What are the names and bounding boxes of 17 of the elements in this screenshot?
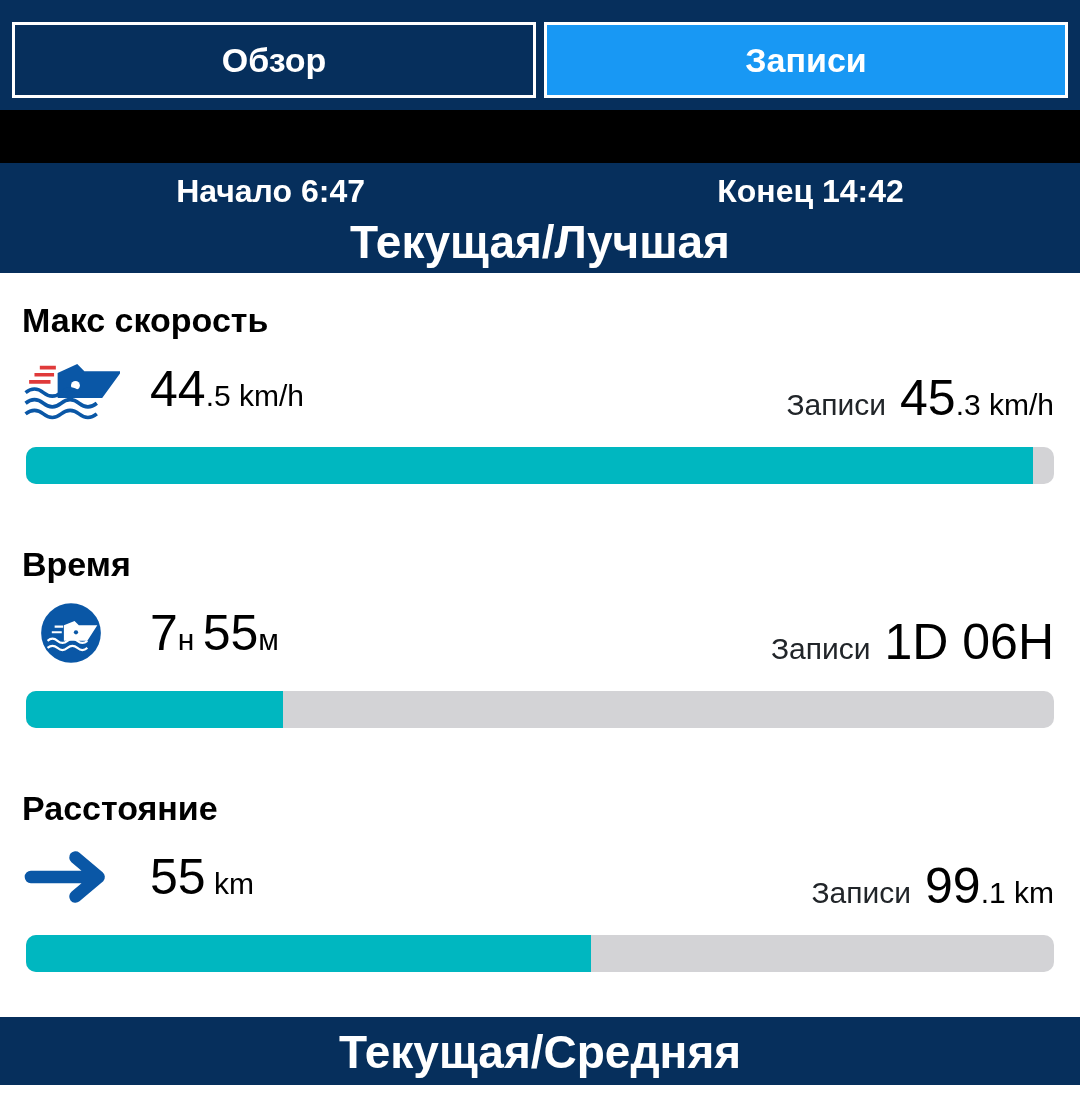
record-label: Записи [811, 875, 911, 911]
section-heading: Текущая/Средняя [0, 1017, 1080, 1085]
stat-title: Макс скорость [22, 303, 270, 337]
record-value: 99.1 km [925, 861, 1054, 911]
record-value: 1D 06H [884, 617, 1054, 667]
tab[interactable]: Обзор [12, 22, 536, 98]
stat-value: 55 km [150, 852, 254, 902]
stat-title: Расстояние [22, 791, 219, 825]
stat-value: 7н 55м [150, 608, 279, 658]
record-value: 45.3 km/h [900, 373, 1054, 423]
stat-value: 44.5 km/h [150, 364, 304, 414]
start-time: Начало 6:47 [176, 175, 365, 207]
stat-title: Время [22, 547, 132, 581]
section-heading: Текущая/Лучшая [349, 215, 731, 270]
record-label: Записи [770, 631, 871, 667]
record-label: Записи [786, 387, 886, 423]
end-time: Конец 14:42 [717, 175, 904, 207]
